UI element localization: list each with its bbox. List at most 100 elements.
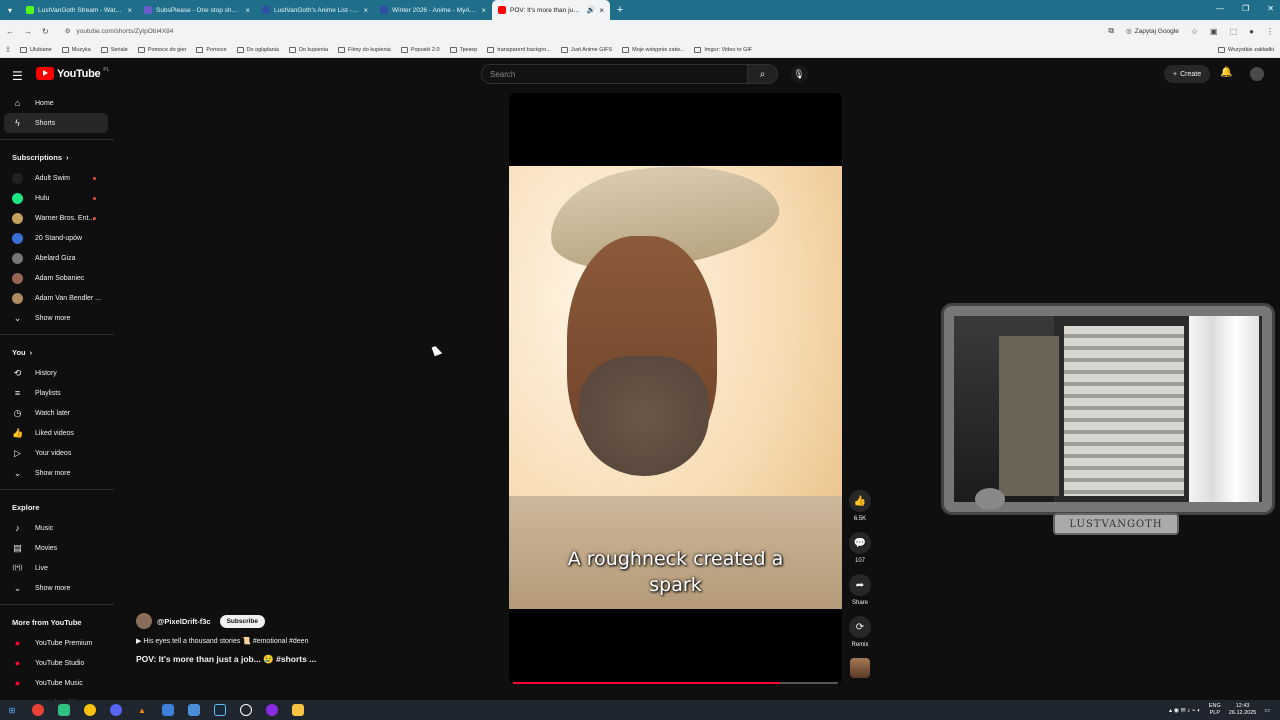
restore-icon[interactable]: ❐ (1242, 4, 1249, 13)
profile-icon[interactable]: ● (1249, 27, 1254, 36)
remix-action[interactable]: ⟳ Remix (848, 616, 872, 648)
video-progress-bar[interactable] (513, 682, 838, 684)
media-player-icon[interactable] (266, 704, 278, 716)
app-icon[interactable] (162, 704, 174, 716)
account-avatar[interactable] (1250, 67, 1264, 81)
you-heading[interactable]: You › (0, 341, 118, 363)
forward-icon[interactable]: → (24, 27, 32, 36)
channel-name[interactable]: @PixelDrift-f3c (157, 617, 211, 626)
bookmark-item[interactable]: transparent backgro... (487, 46, 551, 53)
new-tab-button[interactable]: + (610, 4, 630, 16)
sidebar-item[interactable]: ● YouTube Music (0, 673, 110, 693)
sidebar-item[interactable]: ⟲ History (0, 363, 110, 383)
obs-icon[interactable] (240, 704, 252, 716)
site-info-icon[interactable]: ⚙ (65, 27, 71, 35)
bookmark-item[interactable]: Pomoce (196, 46, 227, 53)
all-bookmarks-button[interactable]: Wszystkie zakładki (1217, 46, 1274, 53)
tab-search-icon[interactable]: ▾ (0, 6, 20, 15)
clock[interactable]: 12:43 26.12.2025 (1229, 703, 1257, 717)
browser-tab[interactable]: LustVanGoth's Anime List - My × (256, 0, 374, 20)
norton-icon[interactable] (84, 704, 96, 716)
sidebar-item[interactable]: ≡ Playlists (0, 383, 110, 403)
tab-close-icon[interactable]: × (363, 6, 368, 15)
close-window-icon[interactable]: ✕ (1267, 4, 1274, 13)
bookmark-item[interactable]: Moje wstępnie zatw... (622, 46, 684, 53)
bookmark-star-icon[interactable]: ☆ (1191, 27, 1198, 36)
bookmark-item[interactable]: Muzyka (61, 46, 91, 53)
apps-icon[interactable]: ⣿ (6, 47, 10, 53)
extensions-puzzle-icon[interactable]: ⬚ (1230, 27, 1238, 36)
sidebar-item[interactable]: ((•)) Live (0, 558, 110, 578)
browser-tab[interactable]: POV: It's more than just a jo 🔊 × (492, 0, 610, 20)
subscribe-button[interactable]: Subscribe (219, 614, 266, 628)
vlc-icon[interactable]: ▲ (136, 704, 148, 716)
zapytaj-google-button[interactable]: ◎ Zapytaj Google (1126, 27, 1179, 36)
channel-avatar[interactable] (136, 613, 152, 629)
youtube-logo[interactable]: YouTube PL (36, 67, 109, 80)
sidebar-item[interactable]: Adult Swim (0, 168, 110, 188)
discord-icon[interactable] (110, 704, 122, 716)
sidebar-item[interactable]: ● YouTube Studio (0, 653, 110, 673)
sidebar-item[interactable]: ▤ Movies (0, 538, 110, 558)
comment-action[interactable]: 💬 107 (848, 532, 872, 564)
bookmark-item[interactable]: Ulubiane (20, 46, 52, 53)
chrome-icon[interactable] (32, 704, 44, 716)
tray-icons[interactable]: ▴ ◉ ✉ ♪ ⌁ ◐ (1169, 707, 1201, 714)
tab-close-icon[interactable]: × (245, 6, 250, 15)
sidebar-item[interactable]: Hulu (0, 188, 110, 208)
like-action[interactable]: 👍 6.5K (848, 490, 872, 522)
browser-tab[interactable]: LustVanGoth Stream - Watch Li × (20, 0, 138, 20)
sidebar-item[interactable]: ◷ Watch later (0, 403, 110, 423)
create-button[interactable]: + Create (1164, 65, 1211, 83)
shorts-video-player[interactable]: A roughneck created a spark (509, 93, 842, 684)
sidebar-item[interactable]: ϟ Shorts (4, 113, 108, 133)
browser-tab[interactable]: Winter 2026 - Anime - MyAnim × (374, 0, 492, 20)
tab-close-icon[interactable]: × (481, 6, 486, 15)
url-field[interactable]: ⚙ youtube.com/shorts/ZyIpObI4X84 (59, 23, 1099, 39)
sidebar-item[interactable]: 20 Stand-upów (0, 228, 110, 248)
language-indicator[interactable]: ENG PLP (1209, 703, 1221, 717)
terminal-icon[interactable] (58, 704, 70, 716)
sidebar-item[interactable]: ♪ Music (0, 518, 110, 538)
sidebar-item[interactable]: Adam Van Bendler ... (0, 288, 110, 308)
hamburger-menu-icon[interactable]: ☰ (12, 69, 23, 83)
reload-icon[interactable]: ↻ (42, 27, 49, 36)
sound-thumbnail[interactable] (850, 658, 870, 678)
browser-tab[interactable]: SubsPlease - One stop shop fo × (138, 0, 256, 20)
share-action[interactable]: ➦ Share (848, 574, 872, 606)
notifications-bell-icon[interactable]: 🔔 (1220, 67, 1232, 78)
bookmark-item[interactable]: Do oglądania (236, 46, 279, 53)
sidebar-item[interactable]: ▷ Your videos (0, 443, 110, 463)
subscriptions-show-more[interactable]: ⌄ Show more (0, 308, 110, 328)
search-input[interactable]: Search (481, 64, 748, 84)
back-icon[interactable]: ← (6, 27, 14, 36)
subscriptions-heading[interactable]: Subscriptions › (0, 146, 118, 168)
sidebar-item[interactable]: Warner Bros. Ent... (0, 208, 110, 228)
you-show-more[interactable]: ⌄ Show more (0, 463, 110, 483)
minimize-icon[interactable]: — (1216, 4, 1224, 13)
speaker-icon[interactable]: 🔊 (587, 6, 596, 14)
notifications-icon[interactable]: ▭ (1264, 707, 1270, 714)
tab-close-icon[interactable]: × (599, 6, 604, 15)
install-icon[interactable]: ⧉ (1108, 26, 1114, 36)
bookmark-item[interactable]: Just Anime GIFS (560, 46, 612, 53)
video-title[interactable]: POV: It's more than just a job... 😢 #sho… (136, 654, 496, 665)
sidebar-item[interactable]: Adam Sobaniec (0, 268, 110, 288)
file-explorer-icon[interactable] (292, 704, 304, 716)
menu-dots-icon[interactable]: ⋮ (1266, 27, 1274, 36)
steam-icon[interactable] (214, 704, 226, 716)
bookmark-item[interactable]: Filmy do kupienia (338, 46, 391, 53)
bookmark-item[interactable]: Do kupienia (288, 46, 328, 53)
sidebar-item[interactable]: 👍 Liked videos (0, 423, 110, 443)
tab-close-icon[interactable]: × (127, 6, 132, 15)
sidebar-item[interactable]: ⌂ Home (0, 93, 110, 113)
browser-active-icon[interactable] (188, 704, 200, 716)
explore-show-more[interactable]: ⌄ Show more (0, 578, 110, 598)
sidebar-item[interactable]: ● YouTube Premium (0, 633, 110, 653)
bookmark-item[interactable]: Pomoce do gier (137, 46, 186, 53)
sidebar-item[interactable]: Abelard Giza (0, 248, 110, 268)
video-description[interactable]: ▶ His eyes tell a thousand stories 📜 #em… (136, 637, 496, 645)
bookmark-item[interactable]: Seriale (100, 46, 128, 53)
windows-start-icon[interactable]: ⊞ (6, 704, 18, 716)
bookmark-item[interactable]: Трекер (449, 46, 477, 53)
